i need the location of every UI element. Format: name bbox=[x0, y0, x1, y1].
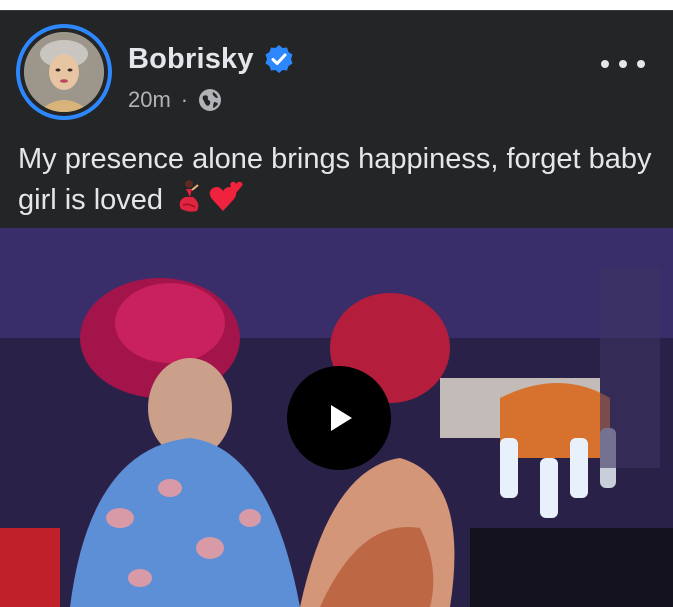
two-hearts-emoji bbox=[209, 179, 245, 224]
avatar-image bbox=[24, 32, 104, 112]
post-caption: My presence alone brings happiness, forg… bbox=[18, 140, 658, 224]
dancer-emoji bbox=[171, 179, 201, 224]
caption-text: My presence alone brings happiness, forg… bbox=[18, 143, 652, 216]
play-icon bbox=[331, 405, 352, 431]
more-options-button[interactable] bbox=[601, 52, 645, 76]
post-meta: 20m · bbox=[128, 84, 222, 116]
meta-separator: · bbox=[180, 87, 189, 112]
author-name[interactable]: Bobrisky bbox=[128, 43, 254, 76]
more-options-icon bbox=[601, 60, 609, 68]
verified-badge-icon bbox=[264, 44, 294, 74]
post-timestamp[interactable]: 20m bbox=[128, 87, 171, 113]
play-button[interactable] bbox=[287, 366, 391, 470]
avatar bbox=[24, 32, 104, 112]
globe-icon[interactable] bbox=[198, 88, 222, 112]
post-header: Bobrisky 20m · bbox=[0, 10, 673, 130]
profile-avatar-ring[interactable] bbox=[16, 24, 112, 120]
author-row: Bobrisky bbox=[128, 42, 294, 76]
